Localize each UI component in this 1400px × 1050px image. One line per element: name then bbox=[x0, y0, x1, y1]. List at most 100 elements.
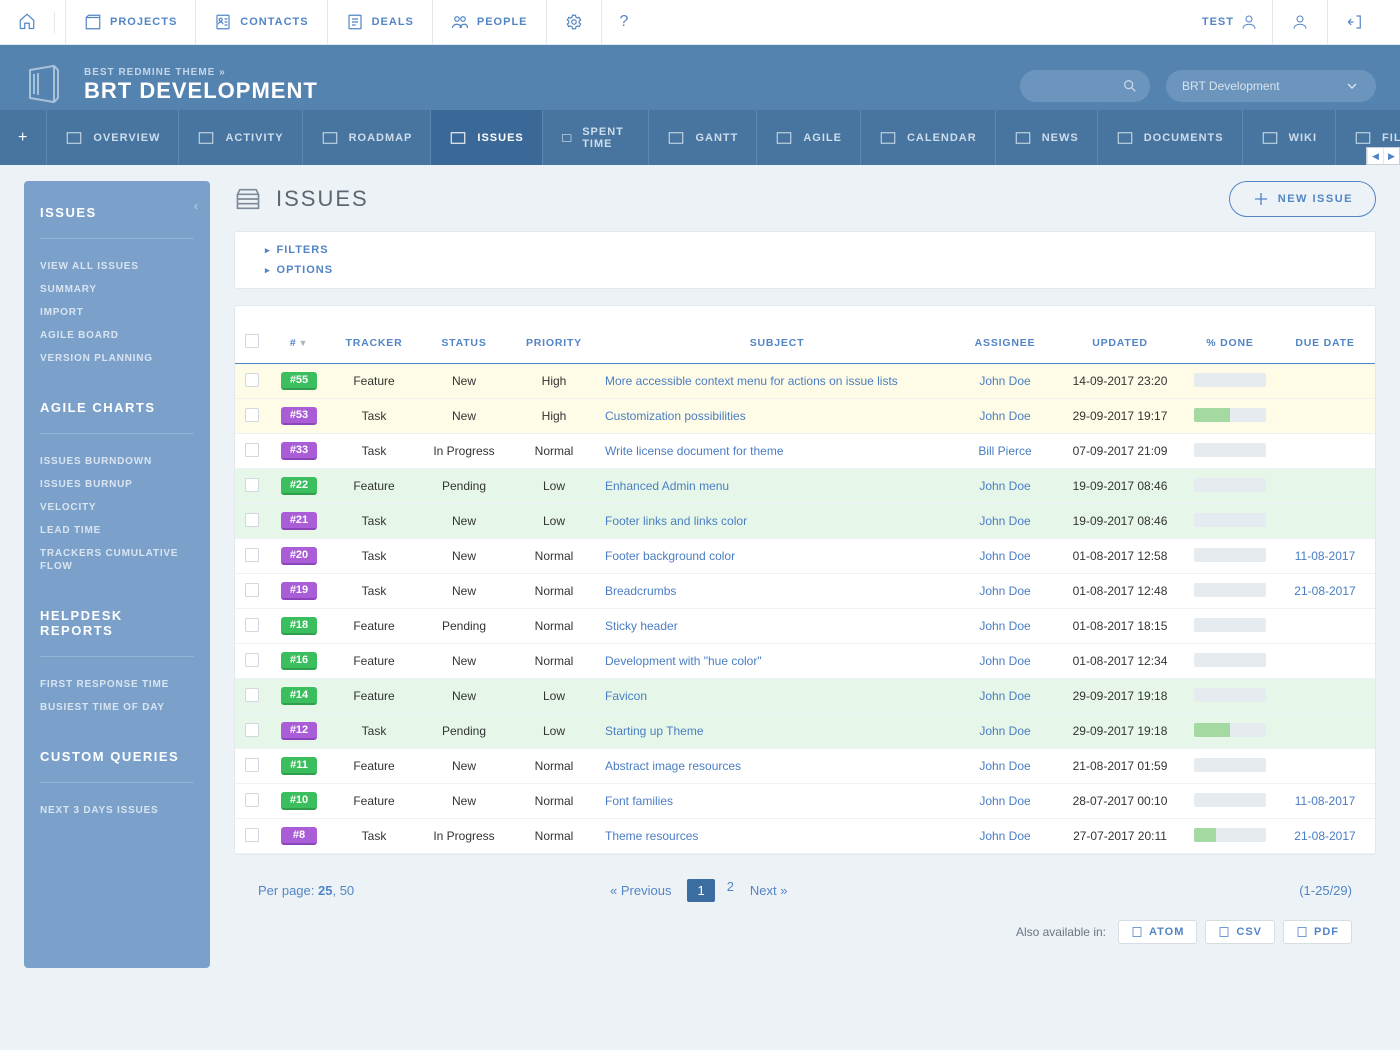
row-checkbox[interactable] bbox=[245, 513, 259, 527]
issue-id-badge[interactable]: #55 bbox=[281, 372, 317, 390]
cell-subject[interactable]: Footer links and links color bbox=[599, 504, 955, 539]
cell-assignee[interactable]: John Doe bbox=[955, 504, 1055, 539]
tab-roadmap[interactable]: ROADMAP bbox=[303, 110, 432, 165]
row-checkbox[interactable] bbox=[245, 373, 259, 387]
row-checkbox[interactable] bbox=[245, 548, 259, 562]
table-row[interactable]: #10FeatureNewNormalFont familiesJohn Doe… bbox=[235, 784, 1375, 819]
col-subject[interactable]: SUBJECT bbox=[599, 322, 955, 364]
cell-subject[interactable]: Favicon bbox=[599, 679, 955, 714]
home-icon[interactable] bbox=[18, 12, 55, 33]
tab-wiki[interactable]: WIKI bbox=[1243, 110, 1336, 165]
cell-assignee[interactable]: John Doe bbox=[955, 679, 1055, 714]
issue-id-badge[interactable]: #10 bbox=[281, 792, 317, 810]
logout-icon[interactable] bbox=[1328, 0, 1382, 45]
row-checkbox[interactable] bbox=[245, 688, 259, 702]
sidebar-item[interactable]: LEAD TIME bbox=[40, 519, 194, 542]
cell-subject[interactable]: Starting up Theme bbox=[599, 714, 955, 749]
row-checkbox[interactable] bbox=[245, 478, 259, 492]
sidebar-item[interactable]: VIEW ALL ISSUES bbox=[40, 255, 194, 278]
sidebar-item[interactable]: TRACKERS CUMULATIVE FLOW bbox=[40, 542, 194, 578]
issue-id-badge[interactable]: #14 bbox=[281, 687, 317, 705]
row-checkbox[interactable] bbox=[245, 618, 259, 632]
issue-id-badge[interactable]: #21 bbox=[281, 512, 317, 530]
cell-subject[interactable]: Theme resources bbox=[599, 819, 955, 854]
tab-documents[interactable]: DOCUMENTS bbox=[1098, 110, 1243, 165]
issue-id-badge[interactable]: #20 bbox=[281, 547, 317, 565]
table-row[interactable]: #18FeaturePendingNormalSticky headerJohn… bbox=[235, 609, 1375, 644]
help-icon[interactable]: ? bbox=[602, 0, 648, 45]
table-row[interactable]: #55FeatureNewHighMore accessible context… bbox=[235, 364, 1375, 399]
filters-toggle[interactable]: FILTERS bbox=[235, 240, 1375, 260]
export-pdf[interactable]: PDF bbox=[1283, 920, 1352, 944]
issue-id-badge[interactable]: #53 bbox=[281, 407, 317, 425]
issue-id-badge[interactable]: #22 bbox=[281, 477, 317, 495]
table-row[interactable]: #33TaskIn ProgressNormalWrite license do… bbox=[235, 434, 1375, 469]
cell-assignee[interactable]: Bill Pierce bbox=[955, 434, 1055, 469]
table-row[interactable]: #8TaskIn ProgressNormalTheme resourcesJo… bbox=[235, 819, 1375, 854]
row-checkbox[interactable] bbox=[245, 443, 259, 457]
table-row[interactable]: #12TaskPendingLowStarting up ThemeJohn D… bbox=[235, 714, 1375, 749]
cell-assignee[interactable]: John Doe bbox=[955, 574, 1055, 609]
sidebar-item[interactable]: VELOCITY bbox=[40, 496, 194, 519]
tab-gantt[interactable]: GANTT bbox=[649, 110, 757, 165]
search-input[interactable] bbox=[1020, 70, 1150, 102]
col-tracker[interactable]: TRACKER bbox=[329, 322, 419, 364]
current-user[interactable]: TEST bbox=[1188, 0, 1273, 45]
cell-assignee[interactable]: John Doe bbox=[955, 469, 1055, 504]
sidebar-item[interactable]: NEXT 3 DAYS ISSUES bbox=[40, 799, 194, 822]
cell-subject[interactable]: Development with "hue color" bbox=[599, 644, 955, 679]
sidebar-item[interactable]: SUMMARY bbox=[40, 278, 194, 301]
tab-agile[interactable]: AGILE bbox=[757, 110, 861, 165]
tab-scroll[interactable]: ◀▶ bbox=[1366, 147, 1400, 165]
issue-id-badge[interactable]: #12 bbox=[281, 722, 317, 740]
page-number[interactable]: 1 bbox=[687, 879, 714, 902]
project-selector[interactable]: BRT Development bbox=[1166, 70, 1376, 102]
col-priority[interactable]: PRIORITY bbox=[509, 322, 599, 364]
sidebar-item[interactable]: ISSUES BURNUP bbox=[40, 473, 194, 496]
tab-activity[interactable]: ACTIVITY bbox=[179, 110, 302, 165]
tab-issues[interactable]: ISSUES bbox=[431, 110, 542, 165]
nav-people[interactable]: PEOPLE bbox=[433, 0, 547, 45]
issue-id-badge[interactable]: #19 bbox=[281, 582, 317, 600]
page-number[interactable]: 2 bbox=[727, 879, 734, 902]
issue-id-badge[interactable]: #16 bbox=[281, 652, 317, 670]
prev-page[interactable]: « Previous bbox=[610, 883, 671, 898]
cell-subject[interactable]: Write license document for theme bbox=[599, 434, 955, 469]
row-checkbox[interactable] bbox=[245, 723, 259, 737]
cell-assignee[interactable]: John Doe bbox=[955, 784, 1055, 819]
col-done[interactable]: % DONE bbox=[1185, 322, 1275, 364]
nav-contacts[interactable]: CONTACTS bbox=[196, 0, 327, 45]
add-tab-button[interactable]: + bbox=[0, 110, 47, 165]
breadcrumb[interactable]: BEST REDMINE THEME » bbox=[84, 67, 318, 78]
issue-id-badge[interactable]: #8 bbox=[281, 827, 317, 845]
sidebar-item[interactable]: ISSUES BURNDOWN bbox=[40, 450, 194, 473]
collapse-sidebar-icon[interactable]: ‹ bbox=[194, 199, 198, 213]
cell-subject[interactable]: Footer background color bbox=[599, 539, 955, 574]
sidebar-item[interactable]: VERSION PLANNING bbox=[40, 347, 194, 370]
table-row[interactable]: #22FeaturePendingLowEnhanced Admin menuJ… bbox=[235, 469, 1375, 504]
issue-id-badge[interactable]: #11 bbox=[281, 757, 317, 775]
col-status[interactable]: STATUS bbox=[419, 322, 509, 364]
sidebar-item[interactable]: FIRST RESPONSE TIME bbox=[40, 673, 194, 696]
export-atom[interactable]: ATOM bbox=[1118, 920, 1197, 944]
issue-id-badge[interactable]: #18 bbox=[281, 617, 317, 635]
per-page-alt[interactable]: 50 bbox=[340, 883, 354, 898]
cell-assignee[interactable]: John Doe bbox=[955, 749, 1055, 784]
col-num[interactable]: # bbox=[290, 337, 297, 349]
tab-calendar[interactable]: CALENDAR bbox=[861, 110, 996, 165]
cell-assignee[interactable]: John Doe bbox=[955, 539, 1055, 574]
row-checkbox[interactable] bbox=[245, 793, 259, 807]
select-all-checkbox[interactable] bbox=[245, 334, 259, 348]
row-checkbox[interactable] bbox=[245, 583, 259, 597]
sidebar-item[interactable]: BUSIEST TIME OF DAY bbox=[40, 696, 194, 719]
table-row[interactable]: #14FeatureNewLowFaviconJohn Doe29-09-201… bbox=[235, 679, 1375, 714]
new-issue-button[interactable]: NEW ISSUE bbox=[1229, 181, 1376, 217]
table-row[interactable]: #20TaskNewNormalFooter background colorJ… bbox=[235, 539, 1375, 574]
cell-assignee[interactable]: John Doe bbox=[955, 364, 1055, 399]
cell-subject[interactable]: Breadcrumbs bbox=[599, 574, 955, 609]
options-toggle[interactable]: OPTIONS bbox=[235, 260, 1375, 280]
cell-assignee[interactable]: John Doe bbox=[955, 819, 1055, 854]
row-checkbox[interactable] bbox=[245, 653, 259, 667]
issue-id-badge[interactable]: #33 bbox=[281, 442, 317, 460]
cell-assignee[interactable]: John Doe bbox=[955, 644, 1055, 679]
